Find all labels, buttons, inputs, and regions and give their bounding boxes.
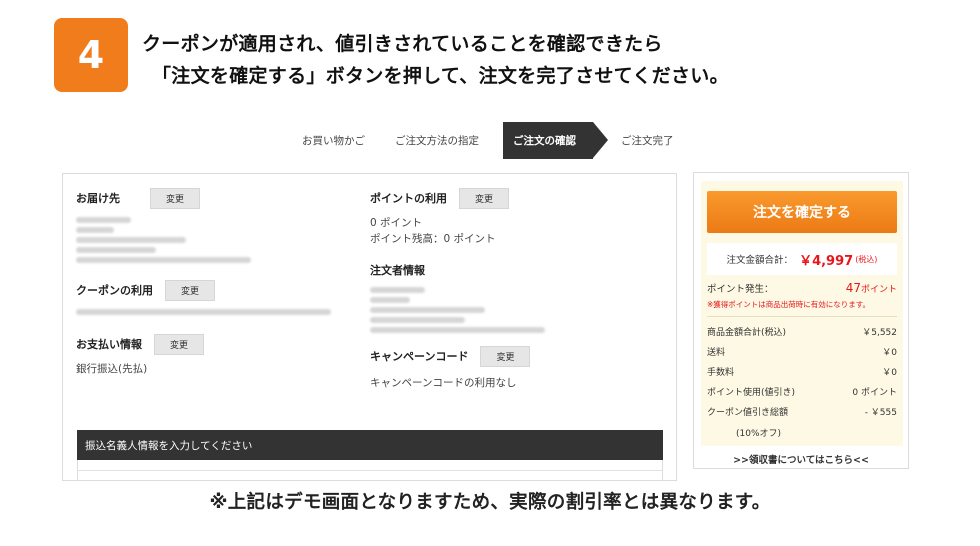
- summary-divider: [707, 316, 897, 317]
- points-section-header: ポイントの利用 変更: [370, 187, 660, 209]
- orderer-title: 注文者情報: [370, 264, 425, 277]
- points-balance-value: ポイント残高：0 ポイント: [370, 233, 496, 245]
- instruction-line-1: クーポンが適用され、値引きされていることを確認できたら: [142, 33, 663, 55]
- summary-row-subtotal: 商品金額合計(税込) ￥5,552: [707, 328, 897, 338]
- payment-change-button[interactable]: 変更: [154, 333, 204, 355]
- points-title: ポイントの利用: [370, 192, 447, 205]
- tax-note: (税込): [855, 254, 878, 264]
- coupon-change-button[interactable]: 変更: [165, 279, 215, 301]
- coupon-section-header: クーポンの利用 変更: [76, 279, 356, 301]
- points-earned-label: ポイント発生：: [707, 284, 774, 295]
- progress-step-confirm: ご注文の確認: [503, 122, 608, 159]
- coupon-title: クーポンの利用: [76, 284, 153, 297]
- points-earned-value: 47ポイント: [845, 281, 897, 295]
- transfer-name-header: 振込名義人情報を入力してください: [77, 430, 663, 460]
- payment-section-header: お支払い情報 変更: [76, 333, 356, 355]
- shipping-section-header: お届け先 変更: [76, 187, 356, 209]
- shipping-change-button[interactable]: 変更: [150, 187, 200, 209]
- points-earned-row: ポイント発生： 47ポイント: [707, 281, 897, 295]
- points-earned-note: ※獲得ポイントは商品出荷時に有効になります。: [707, 300, 871, 309]
- summary-row-shipping: 送料 ￥0: [707, 348, 897, 358]
- order-summary-panel: 注文を確定する 注文金額合計： ￥4,997 (税込) ポイント発生： 47ポイ…: [693, 172, 909, 469]
- total-label: 注文金額合計：: [726, 255, 794, 266]
- payment-title: お支払い情報: [76, 338, 142, 351]
- progress-step-method: ご注文方法の指定: [395, 135, 479, 147]
- campaign-title: キャンペーンコード: [370, 350, 469, 363]
- receipt-info-link[interactable]: >>領収書についてはこちら<<: [694, 452, 908, 466]
- transfer-name-form: [77, 460, 663, 480]
- points-change-button[interactable]: 変更: [459, 187, 509, 209]
- campaign-code-value: キャンペーンコードの利用なし: [370, 377, 517, 389]
- campaign-section-header: キャンペーンコード 変更: [370, 345, 660, 367]
- order-details-panel: お届け先 変更 クーポンの利用 変更 お支払い情報 変更 銀行振込(先払) ポイ…: [62, 173, 677, 481]
- orderer-info-blurred: [370, 287, 660, 333]
- shipping-title: お届け先: [76, 192, 120, 205]
- shipping-address-blurred: [76, 217, 356, 263]
- points-used-value: 0 ポイント: [370, 217, 423, 229]
- checkout-progress: お買い物かご ご注文方法の指定 ご注文の確認 ご注文完了: [280, 122, 674, 159]
- order-details-left-column: お届け先 変更 クーポンの利用 変更 お支払い情報 変更 銀行振込(先払): [76, 174, 356, 377]
- summary-row-fee: 手数料 ￥0: [707, 368, 897, 378]
- total-amount: ￥4,997: [799, 253, 854, 269]
- coupon-detail-blurred: [76, 309, 356, 315]
- summary-row-points-used: ポイント使用(値引き) 0 ポイント: [707, 388, 897, 398]
- progress-step-cart: お買い物かご: [302, 135, 365, 147]
- payment-method-value: 銀行振込(先払): [76, 363, 148, 375]
- order-total-box: 注文金額合計： ￥4,997 (税込): [707, 243, 897, 275]
- instruction-line-2: 「注文を確定する」ボタンを押して、注文を完了させてください。: [152, 65, 729, 87]
- summary-row-coupon-discount: クーポン値引き総額 - ￥555: [707, 408, 897, 418]
- campaign-change-button[interactable]: 変更: [480, 345, 531, 367]
- step-number-badge: 4: [54, 18, 128, 92]
- demo-footnote: ※上記はデモ画面となりますため、実際の割引率とは異なります。: [209, 492, 771, 513]
- confirm-order-button[interactable]: 注文を確定する: [707, 191, 897, 233]
- order-details-right-column: ポイントの利用 変更 0 ポイント ポイント残高：0 ポイント 注文者情報 キャ…: [370, 174, 660, 391]
- orderer-section-header: 注文者情報: [370, 259, 660, 281]
- coupon-rate-note: (10%オフ): [736, 429, 782, 439]
- instruction-text: クーポンが適用され、値引きされていることを確認できたら 「注文を確定する」ボタン…: [142, 28, 942, 92]
